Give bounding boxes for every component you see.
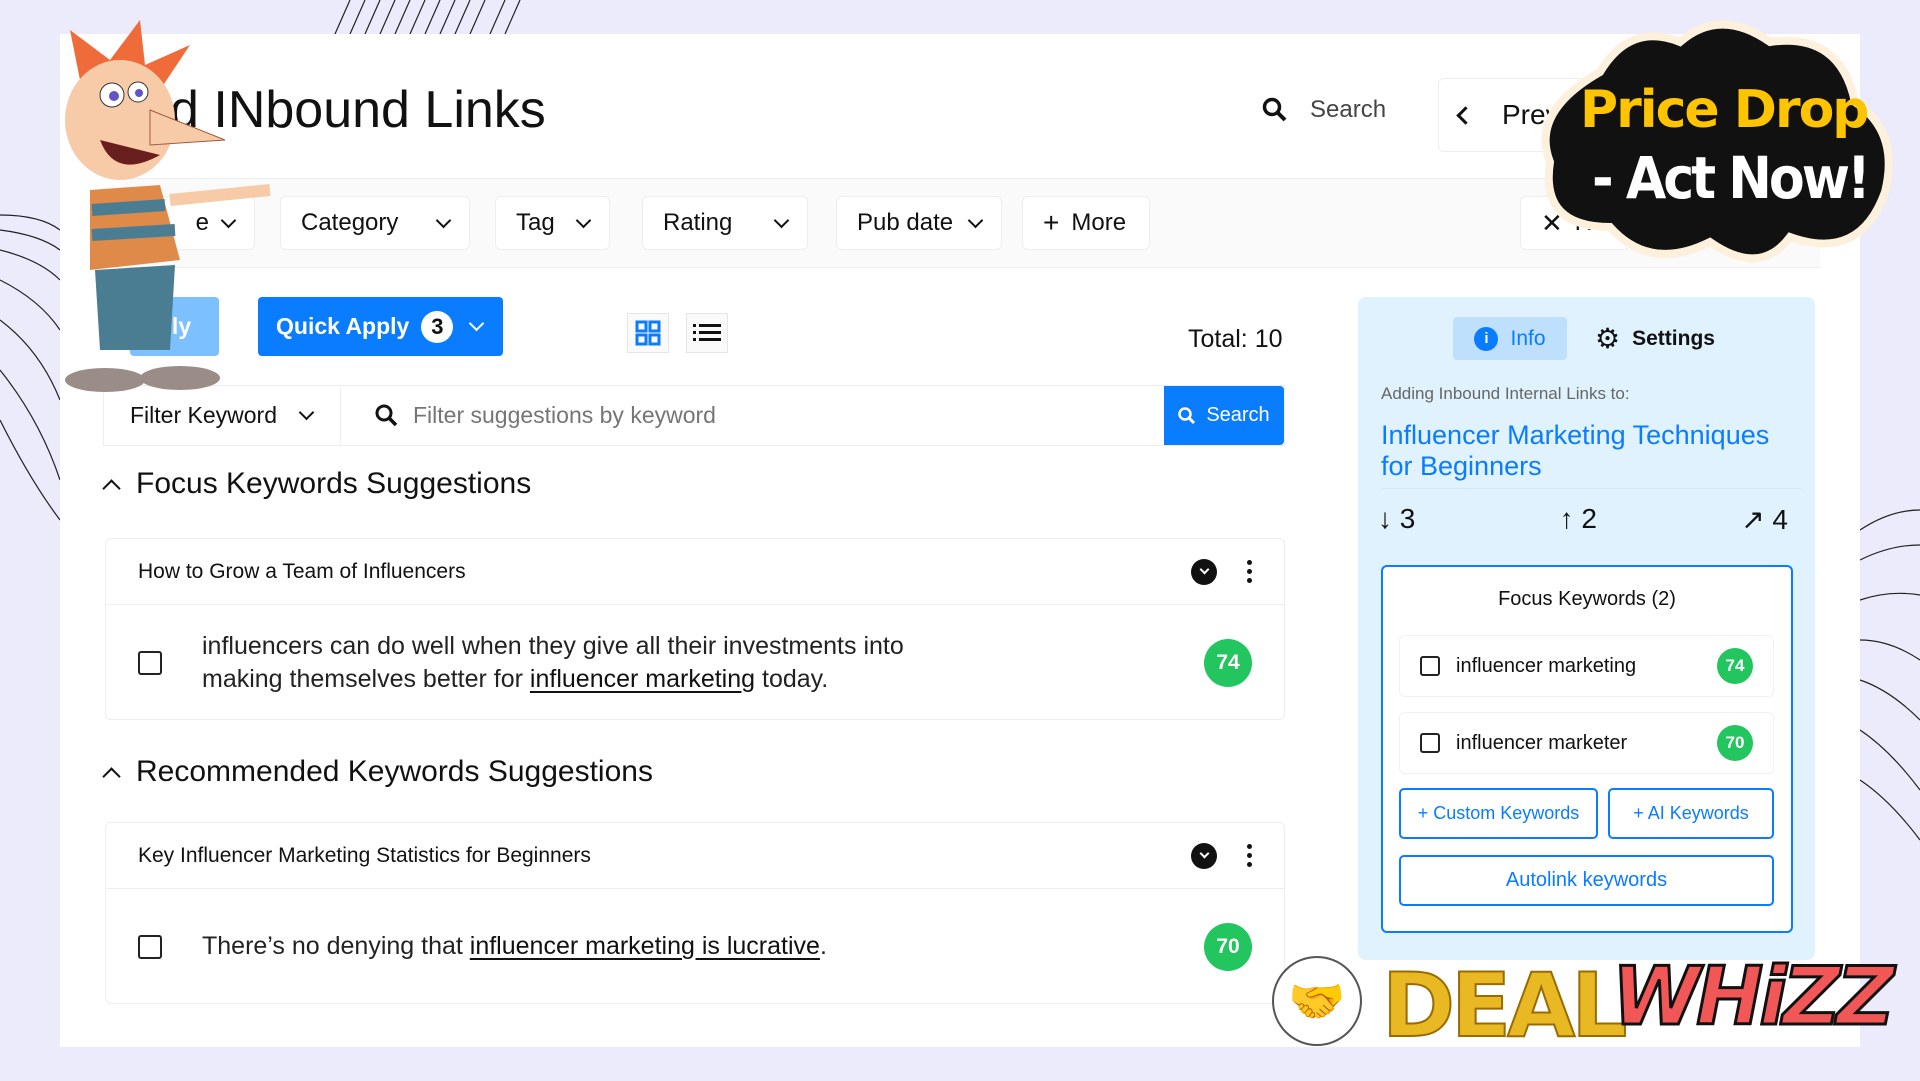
arrow-up-icon: ↑	[1559, 503, 1574, 534]
chevron-down-icon	[469, 315, 485, 332]
custom-keywords-button[interactable]: + Custom Keywords	[1399, 788, 1598, 839]
list-icon	[693, 324, 721, 341]
more-label: More	[1071, 209, 1127, 236]
focus-keywords-title: Focus Keywords (2)	[1498, 588, 1676, 610]
promo-headline: Price Drop	[1580, 80, 1870, 140]
arrow-down-icon: ↓	[1378, 503, 1392, 534]
logo-text-whizz: WHiZZ	[1611, 949, 1897, 1045]
chevron-left-icon	[1456, 105, 1475, 125]
filter-label: Category	[301, 209, 399, 236]
grid-icon	[635, 320, 661, 346]
price-drop-badge: Price Drop - Act Now!	[1530, 12, 1900, 272]
post-title: Key Influencer Marketing Statistics for …	[138, 843, 591, 867]
grid-view-button[interactable]	[627, 313, 669, 353]
section-title: Recommended Keywords Suggestions	[136, 755, 653, 788]
cartoon-character	[65, 20, 271, 392]
chevron-down-icon	[773, 212, 790, 228]
anchor-link[interactable]: influencer marketing	[530, 665, 755, 693]
keyword-label: influencer marketing	[1456, 654, 1637, 677]
expand-icon[interactable]	[1191, 842, 1217, 869]
filter-tag[interactable]: Tag	[495, 196, 610, 250]
keyword-checkbox[interactable]	[1420, 656, 1440, 676]
keyword-item: influencer marketer 70	[1399, 712, 1774, 774]
search-button-label: Search	[1206, 404, 1270, 426]
target-post-title[interactable]: Influencer Marketing Techniques for Begi…	[1381, 420, 1801, 489]
external-link-icon: ↗	[1741, 504, 1765, 535]
search-icon	[1262, 97, 1287, 122]
score-badge: 74	[1204, 638, 1252, 687]
chevron-up-icon	[102, 478, 121, 498]
more-options-icon[interactable]	[1247, 560, 1252, 583]
focus-section-toggle[interactable]: Focus Keywords Suggestions	[102, 467, 532, 501]
dropdown-label: Filter Keyword	[130, 402, 277, 428]
tab-label: Settings	[1632, 326, 1715, 350]
logo-text-deal: DEAL	[1381, 953, 1628, 1058]
chevron-down-icon	[435, 212, 452, 228]
autolink-keywords-button[interactable]: Autolink keywords	[1399, 855, 1774, 906]
promo-subheadline: - Act Now!	[1592, 144, 1871, 212]
score-badge: 70	[1717, 725, 1753, 761]
count-badge: 3	[421, 310, 454, 343]
keyword-search-button[interactable]: Search	[1164, 386, 1284, 445]
tab-info[interactable]: i Info	[1453, 317, 1567, 360]
header-search[interactable]: Search	[1262, 96, 1386, 124]
search-icon	[375, 404, 398, 426]
expand-icon[interactable]	[1191, 558, 1217, 585]
suggestion-text: There’s no denying that influencer marke…	[202, 932, 827, 960]
keyword-checkbox[interactable]	[1420, 733, 1440, 753]
score-badge: 70	[1204, 922, 1252, 971]
keyword-search-field[interactable]	[341, 386, 1164, 445]
keyword-label: influencer marketer	[1456, 731, 1628, 754]
filter-rating[interactable]: Rating	[642, 196, 808, 250]
search-label: Search	[1310, 96, 1387, 123]
plus-icon: +	[1043, 207, 1060, 238]
handshake-icon: 🤝	[1272, 956, 1362, 1046]
external-stat: ↗ 4	[1741, 504, 1788, 535]
filter-label: Rating	[663, 209, 733, 236]
outbound-stat: ↑ 2	[1559, 503, 1597, 534]
post-title: How to Grow a Team of Influencers	[138, 559, 466, 583]
link-stats: ↓ 3 ↑ 2 ↗ 4	[1378, 503, 1788, 536]
more-filters-button[interactable]: + More	[1022, 196, 1150, 250]
section-title: Focus Keywords Suggestions	[136, 467, 532, 500]
filter-label: Pub date	[857, 209, 954, 236]
suggestion-card: Key Influencer Marketing Statistics for …	[105, 822, 1285, 1004]
dealwhizz-logo: 🤝 DEAL WHiZZ	[1272, 949, 1896, 1081]
tab-settings[interactable]: ⚙ Settings	[1595, 317, 1715, 360]
list-view-button[interactable]	[686, 313, 728, 353]
suggestion-text: influencers can do well when they give a…	[202, 631, 904, 693]
chevron-down-icon	[298, 404, 315, 421]
chevron-down-icon	[967, 212, 984, 228]
suggestion-card: How to Grow a Team of Influencers influe…	[105, 538, 1285, 720]
keyword-item: influencer marketing 74	[1399, 635, 1774, 697]
total-count: Total: 10	[1188, 325, 1283, 353]
chevron-down-icon	[575, 212, 592, 228]
filter-label: Tag	[516, 209, 555, 236]
score-badge: 74	[1717, 648, 1753, 684]
info-icon: i	[1474, 326, 1499, 351]
suggestion-checkbox[interactable]	[138, 650, 162, 675]
recommended-section-toggle[interactable]: Recommended Keywords Suggestions	[102, 755, 653, 789]
adding-label: Adding Inbound Internal Links to:	[1381, 384, 1630, 403]
ai-keywords-button[interactable]: + AI Keywords	[1608, 788, 1774, 839]
anchor-link[interactable]: influencer marketing is lucrative	[470, 932, 820, 960]
filter-pub-date[interactable]: Pub date	[836, 196, 1002, 250]
tab-label: Info	[1510, 326, 1546, 350]
chevron-up-icon	[102, 766, 121, 786]
keyword-search-input[interactable]	[413, 402, 1013, 429]
inbound-stat: ↓ 3	[1378, 503, 1416, 534]
more-options-icon[interactable]	[1247, 844, 1252, 867]
filter-category[interactable]: Category	[280, 196, 470, 250]
search-icon	[1178, 406, 1196, 424]
suggestion-checkbox[interactable]	[138, 934, 162, 959]
gear-icon: ⚙	[1595, 323, 1621, 354]
